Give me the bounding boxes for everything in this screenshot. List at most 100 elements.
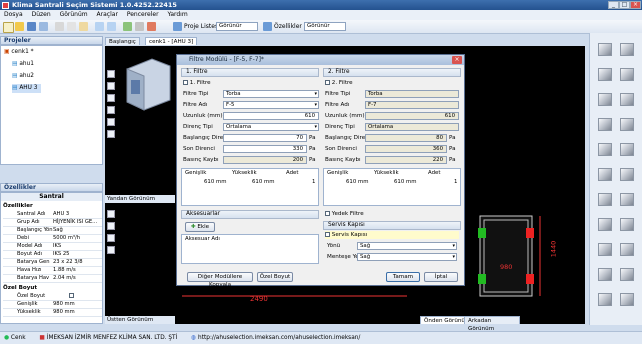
f1-end-input[interactable]: 330 [223,145,307,153]
hinge-side-select[interactable]: Sağ [357,253,457,261]
pan-tool-icon[interactable] [107,82,115,90]
copy-icon[interactable] [67,22,76,31]
pointer-tool-2-icon[interactable] [107,210,115,218]
f1-len-input[interactable]: 610 [223,112,319,120]
module-cube-icon[interactable] [598,168,612,181]
properties-group: Özellikler [3,203,33,209]
module-cube-icon[interactable] [620,293,634,306]
properties-group-2: Özel Boyut [3,285,38,291]
pan-tool-2-icon[interactable] [107,222,115,230]
f1-type-select[interactable]: Torba [223,90,319,98]
status-url[interactable]: http://ahuselection.imeksan.com/ahuselec… [198,335,360,341]
run-icon[interactable] [123,22,132,31]
filter1-enable[interactable]: 1. Filtre [183,79,211,87]
save-icon[interactable] [27,22,36,31]
service-door-option[interactable]: Servis Kapısı [325,231,459,239]
f1-restype-label: Direnç Tipi [183,124,213,130]
module-cube-icon[interactable] [620,143,634,156]
tree-item-ahu1[interactable]: ▤ ahu1 [12,60,34,69]
redo-icon[interactable] [107,22,116,31]
cancel-button[interactable]: İptal [424,272,458,282]
special-size-button[interactable]: Özel Boyut [257,272,293,282]
rotate-icon[interactable] [107,130,115,138]
zoom-in-icon[interactable] [107,94,115,102]
module-cube-icon[interactable] [620,218,634,231]
spare-filter-checkbox[interactable] [325,211,330,216]
menu-duzen[interactable]: Düzen [32,10,51,20]
menu-yardim[interactable]: Yardım [168,10,188,20]
minimize-button[interactable]: _ [608,1,619,9]
dialog-close-button[interactable]: × [452,56,462,64]
module-cube-icon[interactable] [598,243,612,256]
ok-button[interactable]: Tamam [386,272,420,282]
tab-start[interactable]: Başlangıç [105,37,140,45]
pointer-tool-icon[interactable] [107,70,115,78]
module-cube-icon[interactable] [620,118,634,131]
project-list-combo[interactable]: Görünür [216,22,258,31]
module-cube-icon[interactable] [598,218,612,231]
service-door-checkbox[interactable] [325,232,330,237]
undo-icon[interactable] [95,22,104,31]
module-cube-icon[interactable] [620,93,634,106]
menu-dosya[interactable]: Dosya [4,10,23,20]
grid-cell[interactable]: 610 mm [346,178,369,186]
zoom-fit-icon[interactable] [107,118,115,126]
grid-cell[interactable]: 1 [454,178,457,186]
copy-to-other-modules-button[interactable]: Diğer Modüllere Kopyala [187,272,253,288]
module-cube-icon[interactable] [620,268,634,281]
module-cube-icon[interactable] [620,168,634,181]
save-all-icon[interactable] [39,22,48,31]
tree-item-project[interactable]: ▣ cenk1 * [4,48,34,57]
tab-back-view[interactable]: Arkadan Görünüm [464,316,520,332]
module-cube-icon[interactable] [598,193,612,206]
module-cube-icon[interactable] [620,243,634,256]
module-cube-icon[interactable] [598,293,612,306]
grid-cell[interactable]: 610 mm [252,178,275,186]
details-combo[interactable]: Görünür [304,22,346,31]
menu-gorunum[interactable]: Görünüm [60,10,88,20]
module-cube-icon[interactable] [598,43,612,56]
details-icon[interactable] [263,22,272,31]
tree-item-ahu3[interactable]: ▤ AHU 3 [12,84,42,93]
grid-cell[interactable]: 1 [312,178,315,186]
module-cube-icon[interactable] [598,68,612,81]
zoom-out-2-icon[interactable] [107,246,115,254]
module-cube-icon[interactable] [598,143,612,156]
module-cube-icon[interactable] [620,43,634,56]
spare-filter-option[interactable]: Yedek Filtre [325,210,364,218]
open-folder-icon[interactable] [15,22,24,31]
tree-item-ahu2[interactable]: ▤ ahu2 [12,72,34,81]
prop-row[interactable]: Yükseklik 980 mm [3,308,102,317]
module-cube-icon[interactable] [598,268,612,281]
cut-icon[interactable] [55,22,64,31]
tab-project[interactable]: cenk1 - [AHU 3] [145,37,198,45]
prop-value: 23 x 22 3/8 [53,259,83,265]
grid-cell[interactable]: 610 mm [204,178,227,186]
filter2-checkbox[interactable] [325,80,330,85]
service-dir-select[interactable]: Sağ [357,242,457,250]
close-button[interactable]: × [630,1,641,9]
menu-pencereler[interactable]: Pencereler [127,10,159,20]
paste-icon[interactable] [79,22,88,31]
maximize-button[interactable]: □ [619,1,630,9]
module-cube-icon[interactable] [598,93,612,106]
print-icon[interactable] [135,22,144,31]
module-cube-icon[interactable] [620,68,634,81]
menu-araclar[interactable]: Araçlar [97,10,118,20]
filter2-enable[interactable]: 2. Filtre [325,79,353,87]
f1-start-input[interactable]: 70 [223,134,307,142]
zoom-in-2-icon[interactable] [107,234,115,242]
filter1-checkbox[interactable] [183,80,188,85]
project-list-icon[interactable] [173,22,182,31]
grid-cell[interactable]: 610 mm [394,178,417,186]
prop-row[interactable]: Batarya Hav 2.04 m/s [3,274,102,283]
new-file-icon[interactable] [3,22,14,33]
special-size-checkbox[interactable] [69,293,74,298]
f1-restype-select[interactable]: Ortalama [223,123,319,131]
module-cube-icon[interactable] [620,193,634,206]
f1-name-select[interactable]: F-5 [223,101,319,109]
add-accessory-button[interactable]: ✚ Ekle [185,222,215,232]
zoom-out-icon[interactable] [107,106,115,114]
module-cube-icon[interactable] [598,118,612,131]
report-icon[interactable] [147,22,156,31]
